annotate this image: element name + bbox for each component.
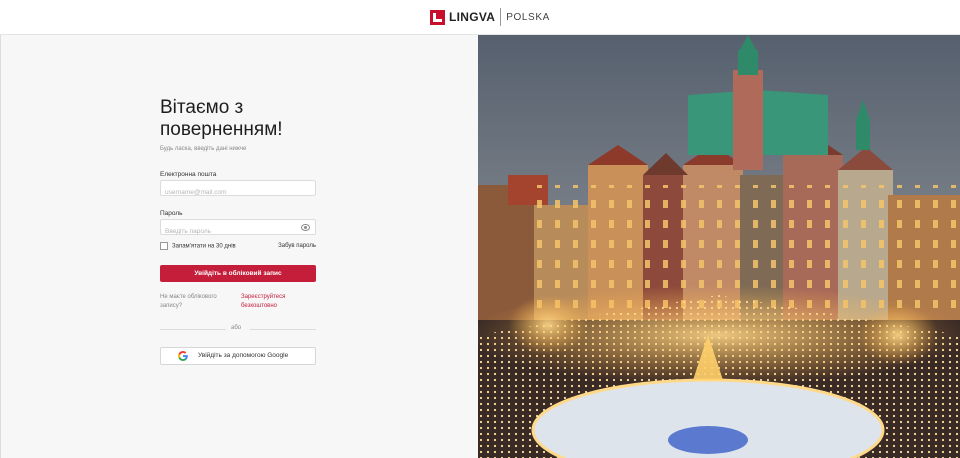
no-account-text: Не маєте облікового запису? xyxy=(160,294,217,309)
eye-icon[interactable] xyxy=(301,224,310,231)
google-button-label: Увійдіть за допомогою Google xyxy=(198,352,289,359)
google-icon xyxy=(178,351,188,361)
remember-label: Запам'ятати на 30 днів xyxy=(172,243,236,250)
remember-me[interactable]: Запам'ятати на 30 днів xyxy=(160,242,236,250)
page-subtitle: Будь ласка, введіть дані нижче xyxy=(160,146,247,152)
password-field-wrapper xyxy=(160,219,316,239)
login-form: Вітаємо з поверненням! Будь ласка, введі… xyxy=(160,97,316,365)
old-town-square-photo xyxy=(478,35,960,458)
login-button[interactable]: Увійдіть в обліковий запис xyxy=(160,265,316,282)
options-row: Запам'ятати на 30 днів Забув пароль xyxy=(160,242,316,250)
google-login-button[interactable]: Увійдіть за допомогою Google xyxy=(160,347,316,365)
or-text: або xyxy=(231,325,242,331)
top-bar: LINGVA POLSKA xyxy=(0,0,960,35)
page-title: Вітаємо з поверненням! xyxy=(160,97,316,141)
hero-image xyxy=(478,35,960,458)
email-field[interactable] xyxy=(161,185,295,200)
register-row: Не маєте облікового запису? Зареєструйте… xyxy=(160,293,316,311)
login-panel: Вітаємо з поверненням! Будь ласка, введі… xyxy=(0,35,478,458)
title-line-2: поверненням! xyxy=(160,119,283,140)
brand-subtitle: POLSKA xyxy=(506,11,550,23)
or-divider: або xyxy=(160,325,316,333)
logo-divider xyxy=(500,8,502,26)
checkbox-icon[interactable] xyxy=(160,242,168,250)
forgot-password-link[interactable]: Забув пароль xyxy=(278,243,316,249)
title-line-1: Вітаємо з xyxy=(160,97,244,118)
brand-name: LINGVA xyxy=(449,10,496,24)
register-link[interactable]: Зареєструйтеся безкоштовно xyxy=(241,293,301,311)
divider-line-left xyxy=(160,329,226,330)
password-label: Пароль xyxy=(160,210,183,217)
password-field[interactable] xyxy=(161,224,295,239)
email-field-wrapper xyxy=(160,180,316,200)
brand-logo[interactable]: LINGVA POLSKA xyxy=(430,8,550,26)
lingva-logo-icon xyxy=(430,9,445,25)
email-label: Електронна пошта xyxy=(160,171,217,178)
divider-line-right xyxy=(250,329,316,330)
